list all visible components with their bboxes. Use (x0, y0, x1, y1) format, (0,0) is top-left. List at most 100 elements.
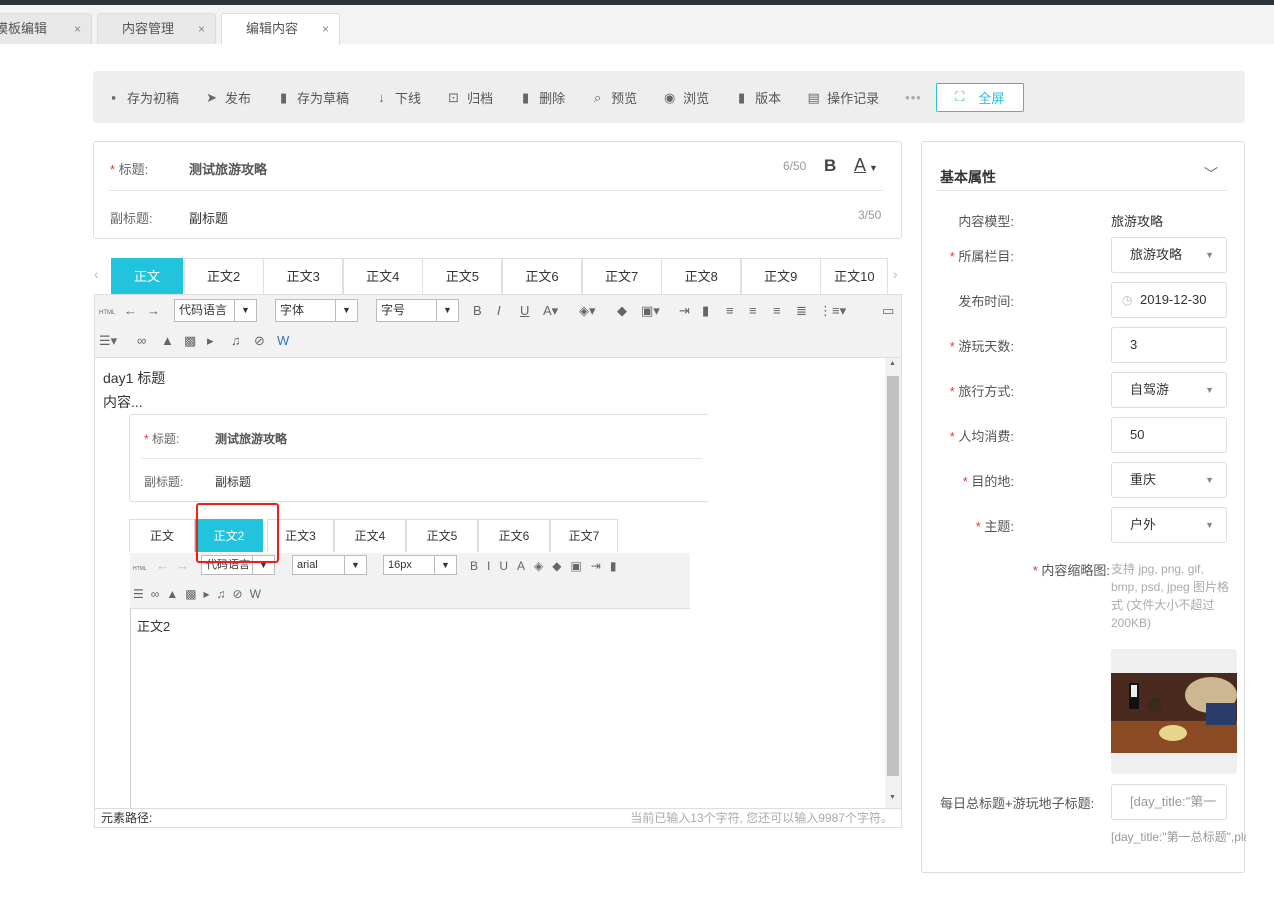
align-left-icon[interactable]: ≡ (726, 303, 734, 319)
link-icon[interactable]: ∞ (137, 333, 146, 349)
trash-icon: ▮ (522, 89, 530, 105)
field-input[interactable]: 户外 ▼ (1111, 507, 1227, 543)
scrollbar[interactable]: ▲ ▼ (885, 358, 901, 808)
chevron-down-icon: ▼ (1205, 385, 1214, 395)
close-icon[interactable]: × (322, 14, 329, 44)
body-tab-1[interactable]: 正文 (111, 258, 183, 294)
toolbar-button-0[interactable]: ▪ 存为初稿 (107, 88, 179, 107)
eraser-icon[interactable]: ◆ (617, 303, 627, 319)
body-tab-8[interactable]: 正文8 (661, 258, 742, 294)
undo-icon: ← (156, 558, 169, 573)
editor-status-bar: 元素路径: 当前已输入13个字符, 您还可以输入9987个字符。 (95, 808, 901, 827)
fullscreen-button[interactable]: ⛶ 全屏 (935, 82, 1024, 112)
undo-icon[interactable]: ← (124, 303, 137, 319)
video-icon[interactable]: ▸ (207, 333, 214, 349)
page-tab-template-edit[interactable]: 模板编辑 × (0, 13, 92, 44)
close-icon[interactable]: × (198, 14, 205, 44)
required-mark: * (144, 432, 153, 446)
chevron-down-icon: ▼ (1205, 475, 1214, 485)
scrollbar-thumb[interactable] (887, 376, 899, 776)
underline-icon[interactable]: U (520, 303, 529, 319)
align-justify-icon[interactable]: ≣ (796, 303, 807, 319)
thumbnail-upload[interactable] (1111, 649, 1237, 774)
field-row: * 游玩天数: 3 (922, 327, 1246, 363)
tab-label: 内容管理 (122, 21, 175, 36)
field-input[interactable]: 3 (1111, 327, 1227, 363)
music-icon[interactable]: ♫ (231, 333, 241, 349)
page-tab-content-manage[interactable]: 内容管理 × (97, 13, 216, 44)
preview-monitor-icon[interactable]: ▭ (882, 303, 894, 319)
attachment-icon[interactable]: ⊘ (254, 333, 265, 349)
nested-format-icons: BIUA◈◆▣⇥▮ (470, 559, 626, 573)
field-input[interactable]: 自驾游 ▼ (1111, 372, 1227, 408)
field-input[interactable]: ◷ 2019-12-30 (1111, 282, 1227, 318)
close-icon[interactable]: × (74, 14, 81, 44)
subtitle-input[interactable]: 副标题 (189, 208, 228, 227)
body-tab-3[interactable]: 正文3 (263, 258, 344, 294)
body-tab-2[interactable]: 正文2 (183, 258, 264, 294)
toolbar-button-7[interactable]: ◉ 浏览 (663, 88, 709, 107)
title-input[interactable]: 测试旅游攻略 (189, 159, 267, 178)
rich-editor: HTML ← → 代码语言 ▼ 字体 ▼ 字号 ▼ B I U A▾ ◈▾ ◆ ▣▾ … (94, 294, 902, 828)
toolbar-button-5[interactable]: ▮ 删除 (519, 88, 565, 107)
field-label: 目的地: (971, 474, 1014, 489)
align-right-icon[interactable]: ≡ (749, 303, 757, 319)
word-import-icon[interactable]: W (277, 333, 289, 349)
editor-content[interactable]: day1 标题 内容... * 标题: 测试旅游攻略 副标题: 副标题 正文 正文… (95, 358, 885, 809)
toolbar-button-2[interactable]: ▮ 存为草稿 (277, 88, 349, 107)
field-input[interactable]: 50 (1111, 417, 1227, 453)
body-tab-4[interactable]: 正文4 (342, 258, 423, 294)
toolbar-button-8[interactable]: ▮ 版本 (735, 88, 781, 107)
nested-tab-4: 正文4 (334, 519, 406, 552)
redo-icon[interactable]: → (147, 303, 160, 319)
background-color-icon[interactable]: ◈▾ (579, 303, 596, 319)
toolbar-button-3[interactable]: ↓ 下线 (375, 88, 421, 107)
chevron-down-icon: ▼ (434, 556, 456, 574)
toolbar-button-1[interactable]: ➤ 发布 (205, 88, 251, 107)
font-color-button[interactable]: A ▼ (854, 155, 878, 176)
nested-insert-icons: ☰∞▲▩▸♫⊘W (133, 587, 268, 601)
bold-button[interactable]: B (824, 156, 836, 176)
unordered-list-icon[interactable]: ☰▾ (99, 333, 117, 349)
field-label: 所属栏目: (958, 249, 1014, 264)
nested-subtitle-label: 副标题: (144, 475, 184, 489)
bold-icon[interactable]: B (473, 303, 482, 319)
html-source-button[interactable]: HTML (99, 305, 115, 321)
toolbar-button-4[interactable]: ⊡ 归档 (447, 88, 493, 107)
collapse-chevron-icon[interactable]: ﹀ (1204, 164, 1218, 184)
paste-text-icon[interactable]: ▮ (702, 303, 709, 319)
body-tab-10[interactable]: 正文10 (820, 258, 889, 294)
button-label: 下线 (395, 90, 422, 106)
archive-icon: ⊡ (448, 89, 460, 105)
indent-icon[interactable]: ⇥ (679, 303, 690, 319)
body-tab-5[interactable]: 正文5 (422, 258, 503, 294)
toolbar-button-9[interactable]: ▤ 操作记录 (807, 88, 879, 107)
multi-image-icon[interactable]: ▩ (184, 333, 196, 349)
font-color-icon[interactable]: A▾ (543, 303, 558, 319)
tabs-prev-icon[interactable]: ‹ (94, 266, 99, 282)
clock-icon: ◷ (1122, 293, 1133, 307)
toolbar-button-6[interactable]: ⌕ 预览 (591, 88, 637, 107)
body-tab-9[interactable]: 正文9 (740, 258, 821, 294)
field-input[interactable]: 重庆 ▼ (1111, 462, 1227, 498)
ordered-list-icon[interactable]: ⋮≡▾ (819, 303, 846, 319)
content-line: day1 标题 (103, 370, 166, 386)
scroll-down-icon[interactable]: ▼ (889, 794, 896, 801)
field-input[interactable]: 旅游攻略 ▼ (1111, 237, 1227, 273)
daily-title-input[interactable]: [day_title:"第一 (1111, 784, 1227, 820)
code-language-select[interactable]: 代码语言 ▼ (174, 299, 257, 322)
image-icon[interactable]: ▲ (161, 333, 174, 349)
align-center-icon[interactable]: ≡ (773, 303, 781, 319)
body-tab-6[interactable]: 正文6 (502, 258, 582, 294)
font-family-select[interactable]: 字体 ▼ (275, 299, 358, 322)
divider (142, 458, 702, 459)
paragraph-format-icon[interactable]: ▣▾ (641, 303, 660, 319)
italic-icon[interactable]: I (497, 303, 501, 319)
page-tab-edit-content[interactable]: 编辑内容 × (221, 13, 340, 45)
more-icon[interactable]: ••• (905, 90, 922, 105)
font-size-select[interactable]: 字号 ▼ (376, 299, 459, 322)
body-tab-7[interactable]: 正文7 (581, 258, 662, 294)
scroll-up-icon[interactable]: ▲ (889, 360, 896, 367)
nested-tab-7: 正文7 (550, 519, 618, 552)
tabs-next-icon[interactable]: › (893, 266, 898, 282)
